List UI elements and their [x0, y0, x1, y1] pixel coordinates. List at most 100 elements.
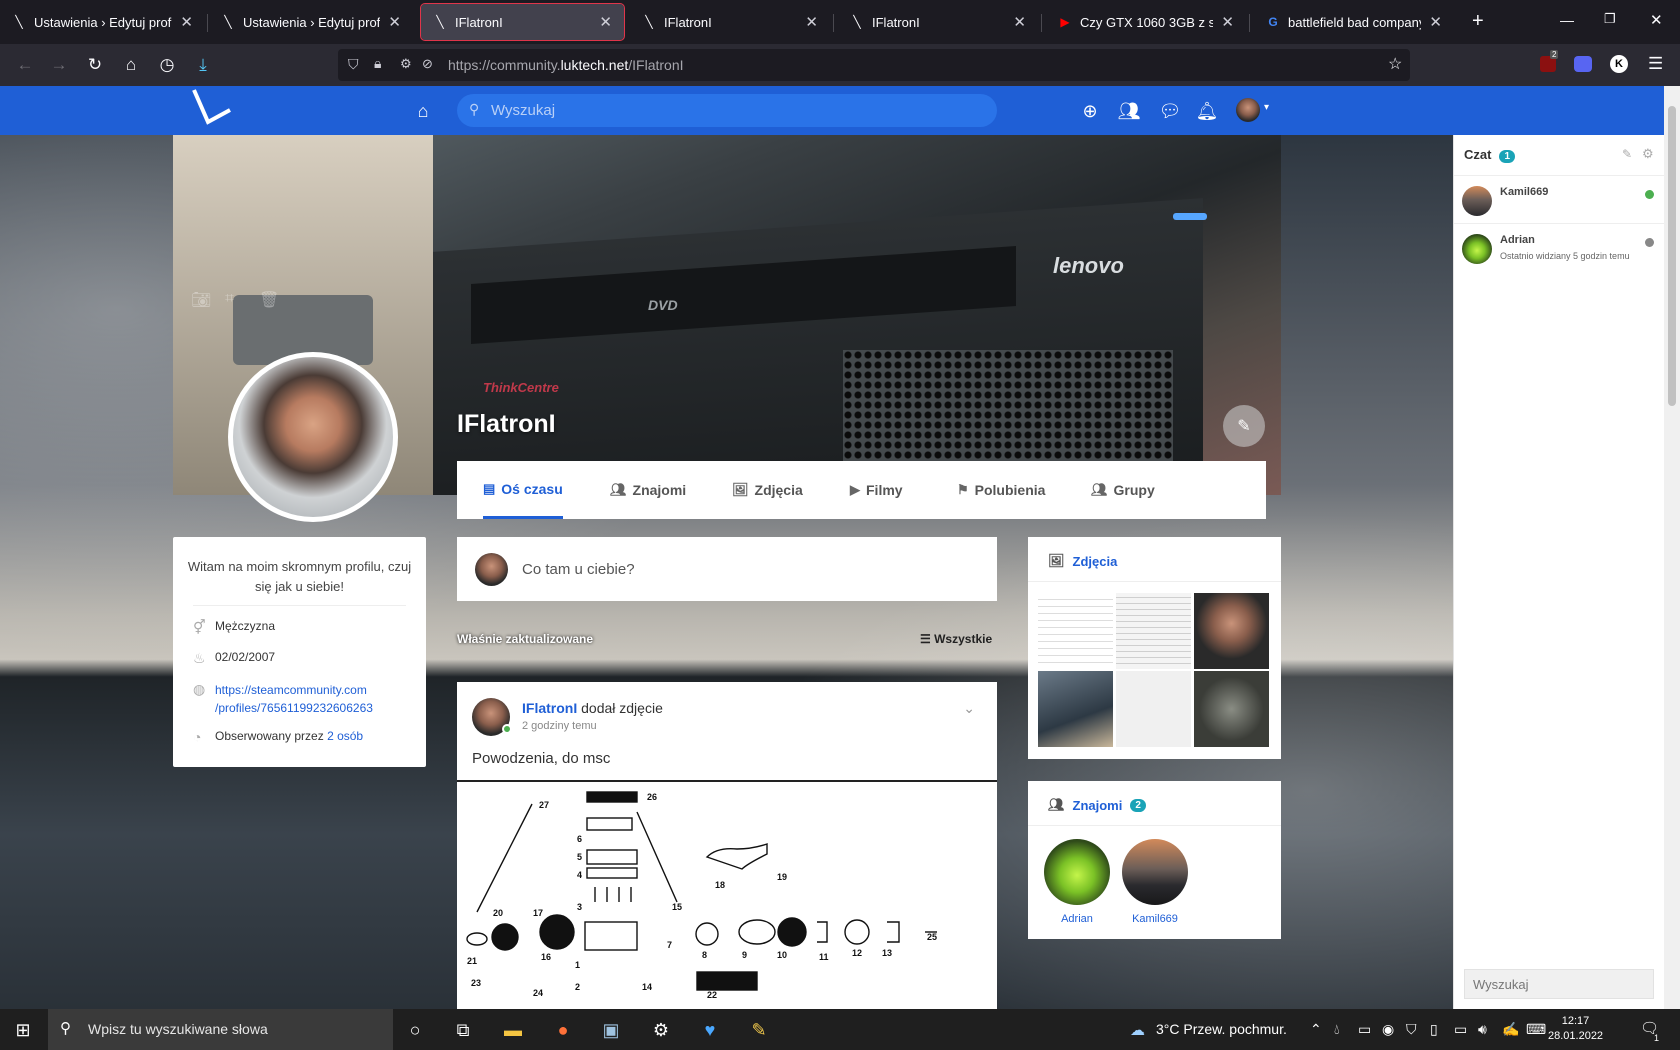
photo-thumbnail[interactable] — [1038, 593, 1113, 669]
messages-icon[interactable]: 💬︎ — [1157, 98, 1183, 124]
task-view-icon[interactable]: ⧉ — [450, 1017, 476, 1043]
tab-timeline[interactable]: ▤ Oś czasu — [483, 461, 563, 519]
new-tab-button[interactable]: + — [1472, 10, 1484, 33]
tab-friends[interactable]: 👥︎ Znajomi — [610, 461, 686, 519]
file-explorer-icon[interactable]: ▬ — [500, 1017, 526, 1043]
monitor-app-icon[interactable]: ♥ — [697, 1017, 723, 1043]
post-composer[interactable]: Co tam u ciebie? — [457, 537, 997, 601]
network-icon[interactable]: ▭ — [1454, 1021, 1467, 1038]
tray-app-icon[interactable]: ▭ — [1358, 1021, 1371, 1038]
weather-text[interactable]: 3°C Przew. pochmur. — [1156, 1021, 1287, 1037]
chat-search-input[interactable]: Wyszukaj — [1464, 969, 1654, 999]
paint-app-icon[interactable]: ✎ — [746, 1017, 772, 1043]
post-author-link[interactable]: IFlatronI — [522, 700, 577, 716]
url-bar[interactable]: ⛉ 🔒︎ ⚙ ⊘ https://community.luktech.net/I… — [338, 49, 1410, 81]
discord-extension-icon[interactable] — [1574, 56, 1592, 72]
edit-cover-button[interactable]: ✎ — [1223, 405, 1265, 447]
pen-icon[interactable]: ✍ — [1502, 1021, 1519, 1038]
compose-icon[interactable]: ✎ — [1622, 147, 1632, 161]
post-image-engine-diagram[interactable]: 27 26 6 5 4 3 7 18 19 15 20 17 16 21 23 … — [457, 780, 997, 1010]
keyboard-icon[interactable]: ⌨ — [1526, 1021, 1546, 1038]
forward-icon[interactable]: → — [46, 52, 72, 78]
weather-icon[interactable]: ☁ — [1130, 1021, 1145, 1039]
browser-tab-active[interactable]: ╲ IFlatronI ✕ — [420, 3, 625, 41]
discord-tray-icon[interactable]: ◉ — [1382, 1021, 1394, 1038]
post-time[interactable]: 2 godziny temu — [522, 720, 597, 732]
page-scrollbar[interactable] — [1664, 86, 1680, 1009]
friends-icon[interactable]: 👥︎ — [1116, 98, 1142, 124]
close-tab-icon[interactable]: ✕ — [180, 13, 193, 31]
create-plus-icon[interactable]: ⊕ — [1077, 98, 1103, 124]
close-tab-icon[interactable]: ✕ — [1429, 13, 1442, 31]
scrollbar-thumb[interactable] — [1668, 106, 1676, 406]
chat-user-row[interactable]: Kamil669 — [1454, 175, 1664, 223]
taskbar-clock[interactable]: 12:17 28.01.2022 — [1548, 1014, 1603, 1044]
close-tab-icon[interactable]: ✕ — [1013, 13, 1026, 31]
photo-thumbnail[interactable] — [1194, 671, 1269, 747]
tab-photos[interactable]: 🖼︎ Zdjęcia — [732, 461, 803, 519]
url-text[interactable]: https://community.luktech.net/IFlatronI — [448, 57, 684, 73]
firefox-icon[interactable]: ● — [550, 1017, 576, 1043]
photos-widget-title[interactable]: Zdjęcia — [1073, 554, 1118, 569]
profile-avatar[interactable] — [228, 352, 398, 522]
camera-icon[interactable]: 📷︎ — [191, 290, 211, 310]
browser-tab[interactable]: G battlefield bad company 2 – ✕ — [1254, 4, 1454, 40]
notifications-bell-icon[interactable]: 🔔︎ — [1194, 98, 1220, 124]
user-avatar-menu[interactable] — [1236, 98, 1260, 122]
history-icon[interactable]: ◷ — [154, 52, 180, 78]
close-tab-icon[interactable]: ✕ — [1221, 13, 1234, 31]
chevron-up-icon[interactable]: ⌃ — [1310, 1021, 1322, 1038]
close-tab-icon[interactable]: ✕ — [599, 13, 612, 31]
photo-thumbnail[interactable] — [1194, 593, 1269, 669]
close-tab-icon[interactable]: ✕ — [805, 13, 818, 31]
home-icon[interactable]: ⌂ — [410, 98, 436, 124]
shield-icon[interactable]: ⛉ — [348, 56, 359, 73]
meet-icon[interactable]: ▯ — [1430, 1021, 1438, 1038]
downloads-icon[interactable]: ⤓ — [190, 52, 216, 78]
close-tab-icon[interactable]: ✕ — [388, 13, 401, 31]
friends-widget-title[interactable]: Znajomi — [1073, 798, 1123, 813]
browser-tab[interactable]: ╲ Ustawienia › Edytuj profil ✕ — [0, 4, 205, 40]
taskbar-search-input[interactable]: ⚲ Wpisz tu wyszukiwane słowa — [48, 1009, 393, 1050]
photos-app-icon[interactable]: ▣ — [598, 1017, 624, 1043]
crop-icon[interactable]: ⌗ — [225, 290, 234, 308]
back-icon[interactable]: ← — [12, 52, 38, 78]
tab-videos[interactable]: ▶ Filmy — [850, 461, 903, 519]
photo-thumbnail[interactable] — [1038, 671, 1113, 747]
window-close-icon[interactable]: ✕ — [1650, 11, 1663, 29]
browser-tab[interactable]: ╲ IFlatronI ✕ — [838, 4, 1038, 40]
permissions-icon[interactable]: ⚙ — [400, 56, 412, 72]
website-link-cont[interactable]: /profiles/76561199232606263 — [215, 701, 373, 715]
cortana-icon[interactable]: ○ — [402, 1017, 428, 1043]
menu-icon[interactable]: ☰ — [1648, 54, 1663, 74]
account-extension-icon[interactable]: K — [1610, 55, 1628, 73]
chevron-down-icon[interactable]: ⌄ — [963, 700, 975, 717]
photo-thumbnail[interactable] — [1116, 593, 1191, 669]
volume-icon[interactable]: 🔊︎ — [1478, 1021, 1487, 1038]
restore-icon[interactable]: ❐ — [1604, 11, 1616, 27]
tab-likes[interactable]: ⚑ Polubienia — [957, 461, 1045, 519]
settings-gear-icon[interactable]: ⚙ — [648, 1017, 674, 1043]
followers-link[interactable]: 2 osób — [327, 729, 363, 743]
home-icon[interactable]: ⌂ — [118, 52, 144, 78]
search-input[interactable]: ⚲ Wyszukaj — [457, 94, 997, 127]
drop-icon[interactable]: 💧︎ — [1334, 1021, 1340, 1038]
friend-item[interactable]: Adrian — [1042, 839, 1112, 925]
bookmark-star-icon[interactable]: ☆ — [1388, 54, 1402, 74]
minimize-icon[interactable]: — — [1560, 12, 1574, 28]
reload-icon[interactable]: ↻ — [82, 52, 108, 78]
luktech-logo[interactable] — [190, 88, 234, 128]
chat-user-row[interactable]: Adrian Ostatnio widziany 5 godzin temu — [1454, 223, 1664, 271]
photo-thumbnail[interactable] — [1116, 671, 1191, 747]
trash-icon[interactable]: 🗑︎ — [259, 290, 279, 310]
browser-tab[interactable]: ▶ Czy GTX 1060 3GB z shopee t ✕ — [1046, 4, 1246, 40]
chevron-down-icon[interactable]: ▾ — [1264, 102, 1269, 113]
browser-tab[interactable]: ╲ IFlatronI ✕ — [630, 4, 830, 40]
feed-filter-dropdown[interactable]: ☰ Wszystkie — [920, 632, 992, 646]
friend-item[interactable]: Kamil669 — [1116, 839, 1194, 925]
tab-groups[interactable]: 👥︎ Grupy — [1091, 461, 1155, 519]
gear-icon[interactable]: ⚙ — [1642, 146, 1654, 162]
website-link[interactable]: https://steamcommunity.com — [215, 683, 367, 697]
lock-icon[interactable]: 🔒︎ — [374, 55, 381, 72]
shield-tray-icon[interactable]: ⛉ — [1406, 1021, 1417, 1038]
